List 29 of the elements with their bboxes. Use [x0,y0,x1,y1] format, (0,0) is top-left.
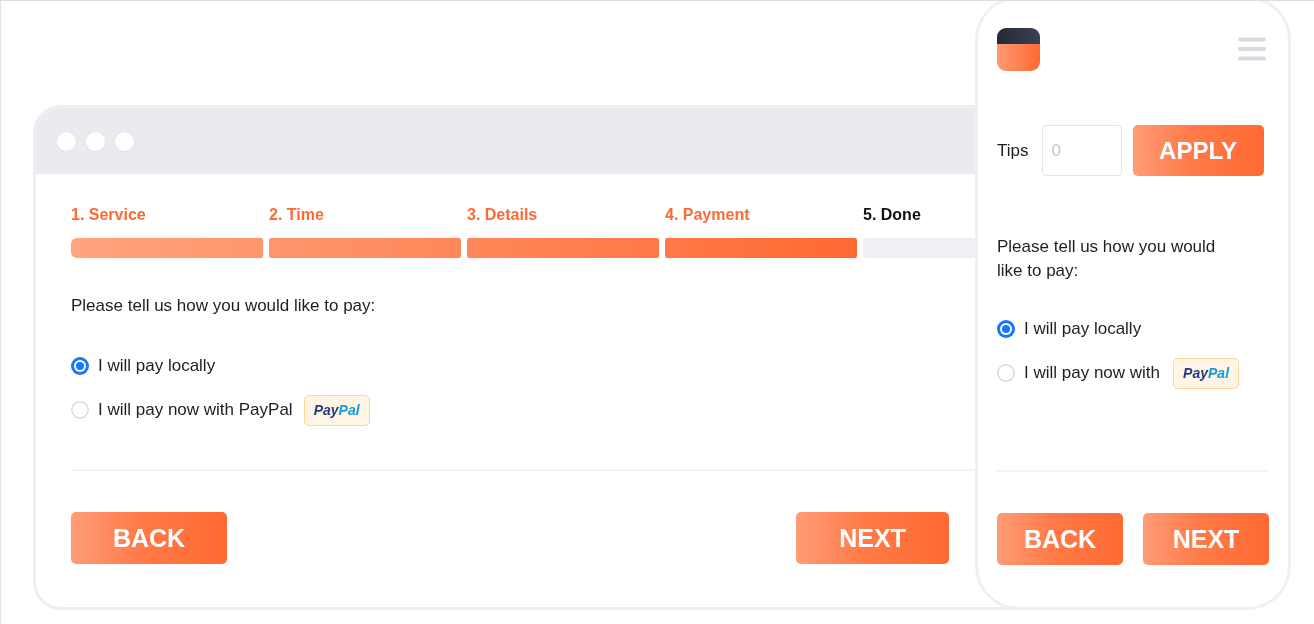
app-logo-icon [997,28,1040,71]
menu-icon[interactable] [1238,37,1266,61]
nav-button[interactable]: NEXT [796,512,949,564]
step-label: 1. Service [71,205,146,225]
window-dot-icon [57,131,76,151]
option-label[interactable]: I will pay now with PayPal [98,400,293,420]
radio-button[interactable] [997,364,1015,382]
radio-button[interactable] [71,357,89,375]
step-label: 4. Payment [665,205,750,225]
option-label[interactable]: I will pay locally [1024,319,1142,339]
step-label: 3. Details [467,205,538,225]
payment-logo-badge: PayPal [303,394,370,426]
window-dot-icon [115,131,134,151]
step-label: 2. Time [269,205,324,225]
option-label[interactable]: I will pay locally [98,356,216,376]
payment-prompt: Please tell us how you would like to pay: [71,296,376,316]
tips-label: Tips [997,140,1029,161]
apply-button[interactable]: APPLY [1132,125,1264,176]
nav-button[interactable]: BACK [997,513,1123,565]
payment-logo-badge: PayPal [1173,357,1240,389]
nav-button[interactable]: BACK [71,512,227,564]
step-label: 5. Done [863,205,921,225]
tips-input[interactable]: 0 [1041,125,1122,176]
nav-button[interactable]: NEXT [1143,513,1269,565]
window-dot-icon [86,131,105,151]
payment-prompt: Please tell us how you would like to pay: [997,236,1217,282]
radio-button[interactable] [71,401,89,419]
radio-button[interactable] [997,320,1015,338]
option-label[interactable]: I will pay now with [1024,363,1161,383]
